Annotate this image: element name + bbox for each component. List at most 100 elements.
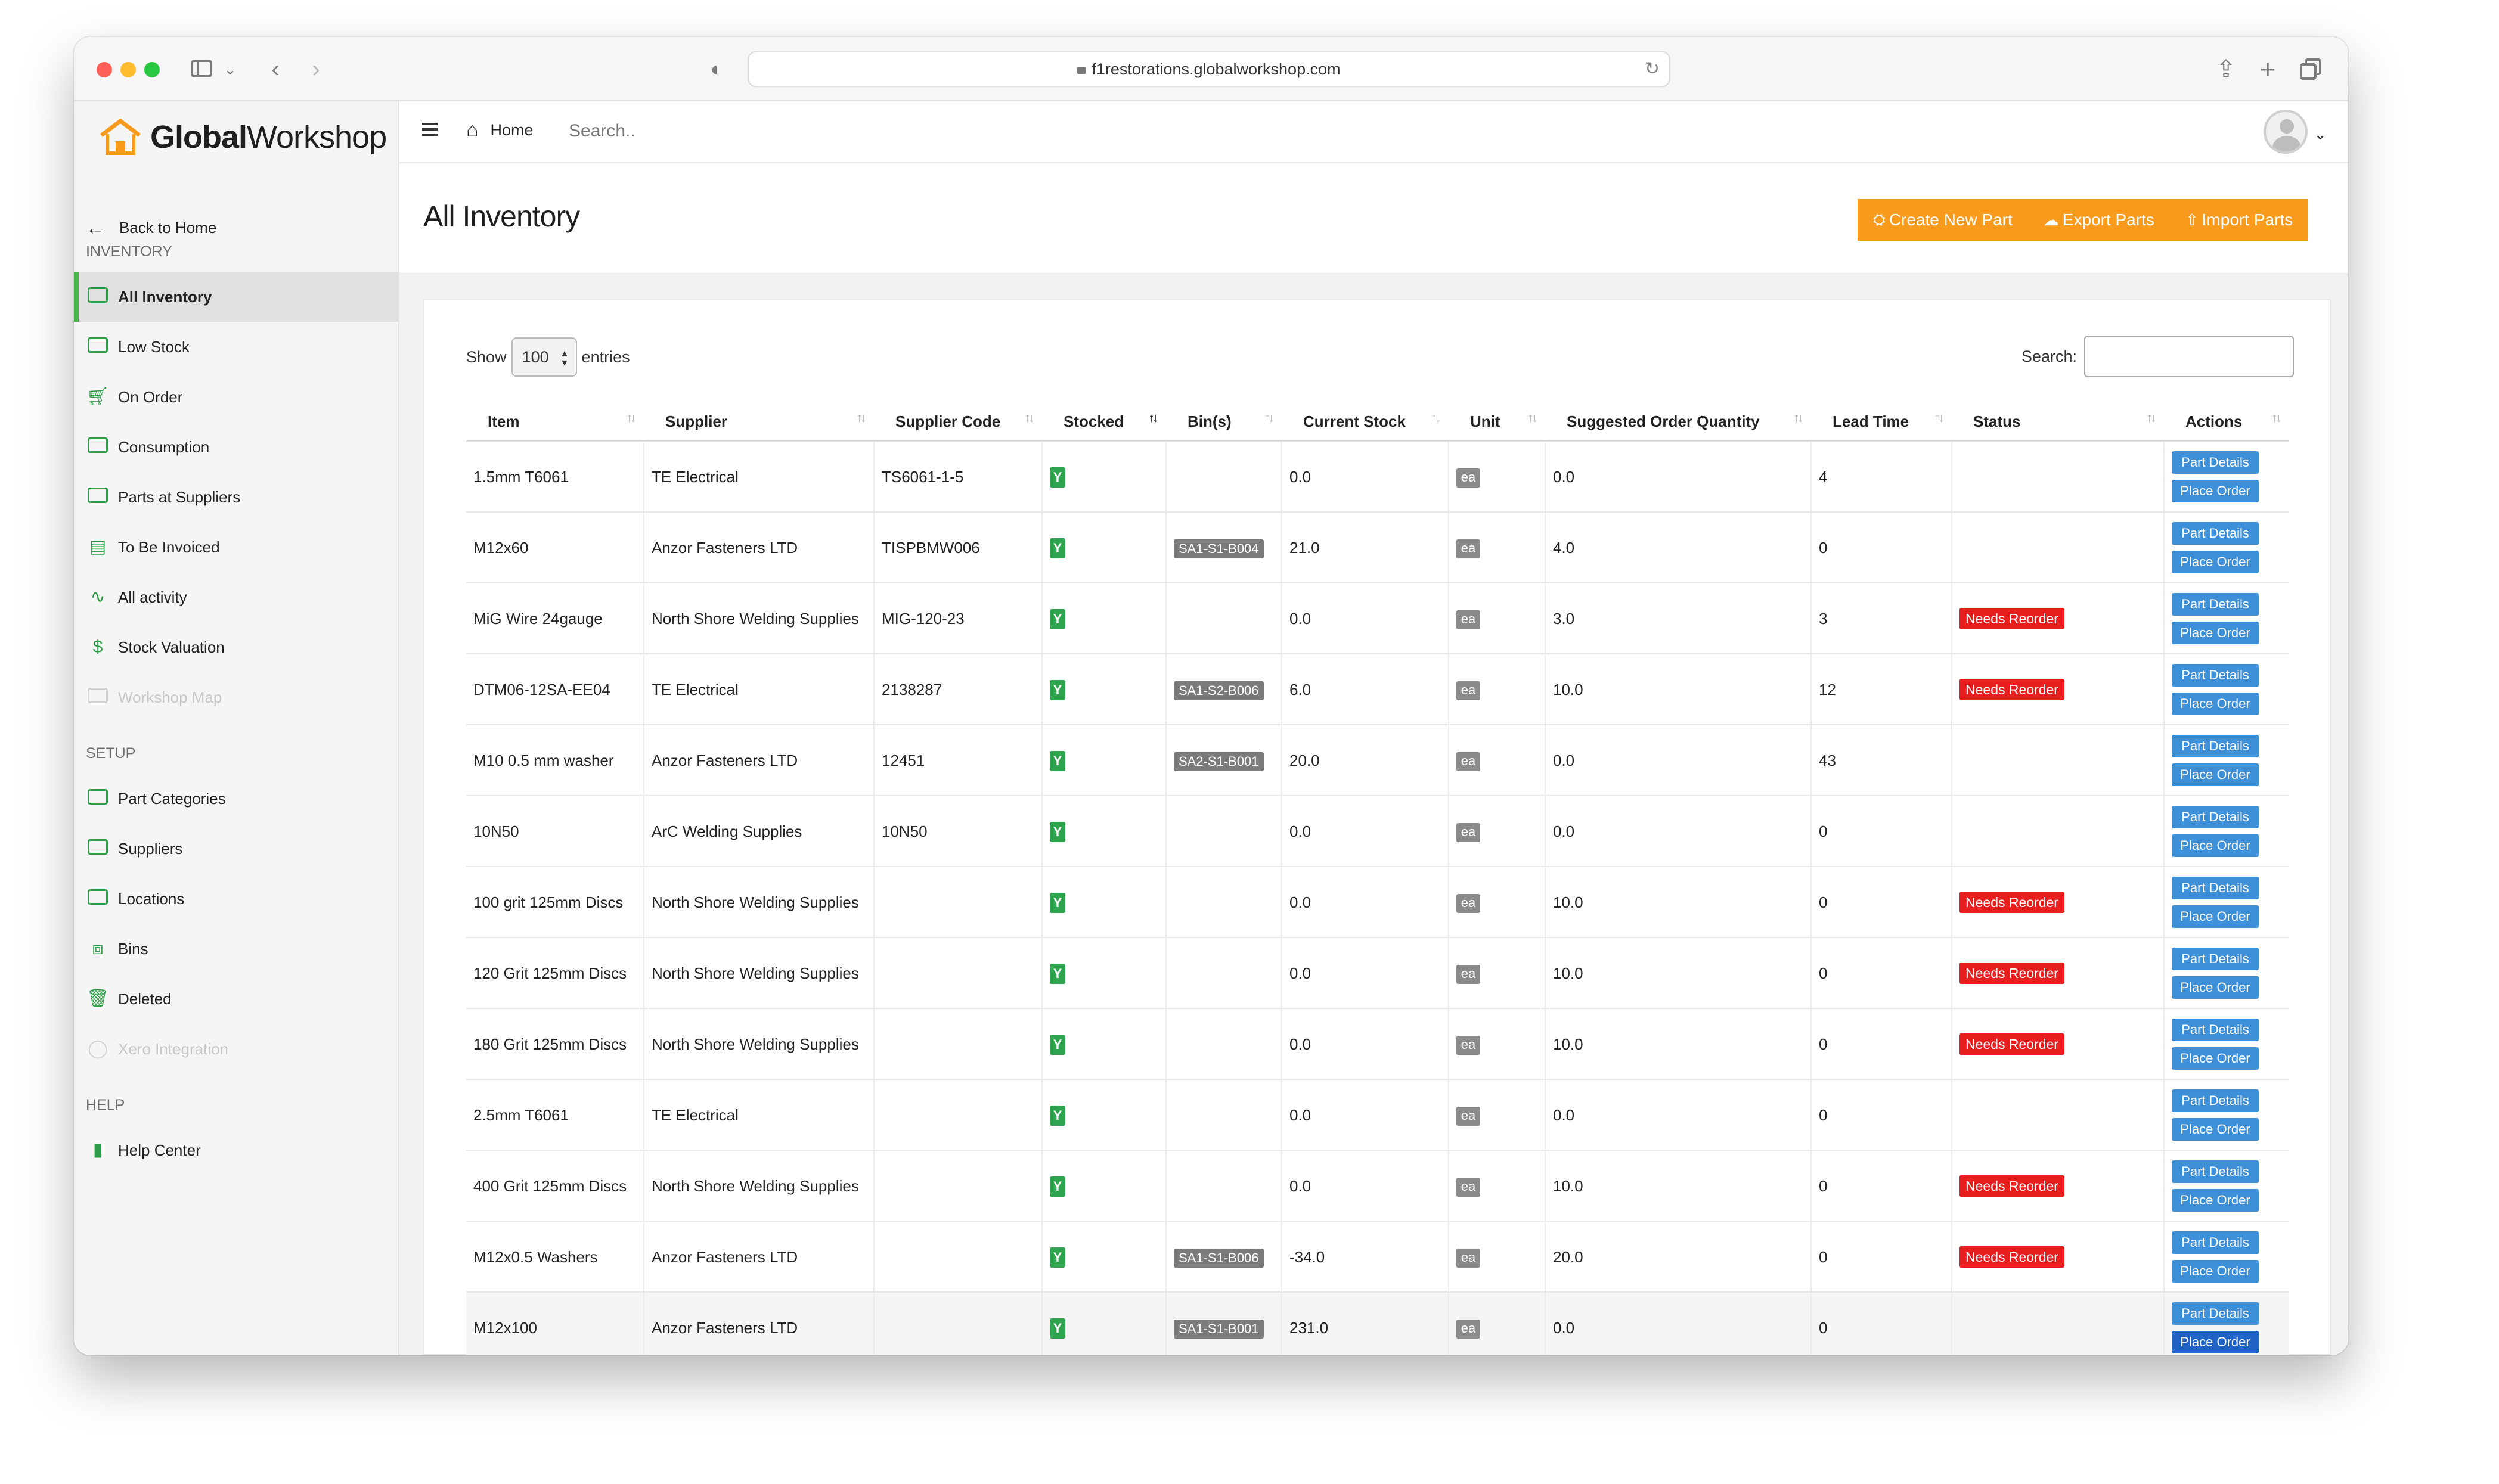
sidebar-item-locations[interactable]: Locations (74, 874, 398, 924)
status-badge: Needs Reorder (1959, 608, 2064, 629)
part-details-button[interactable]: Part Details (2172, 1089, 2259, 1112)
bin-cell: SA1-S2-B006 (1165, 654, 1282, 725)
column-header[interactable]: Bin(s) ↑↓ (1166, 403, 1282, 442)
sort-arrows-icon: ↑↓ (2146, 410, 2157, 425)
hamburger-menu-icon[interactable] (422, 122, 438, 137)
sidebar-item-parts-at-suppliers[interactable]: Parts at Suppliers (74, 472, 398, 522)
place-order-button[interactable]: Place Order (2172, 976, 2259, 999)
place-order-button[interactable]: Place Order (2172, 905, 2259, 928)
column-header[interactable]: Lead Time ↑↓ (1811, 403, 1952, 442)
supplier-name: North Shore Welding Supplies (652, 893, 859, 911)
place-order-button[interactable]: Place Order (2172, 834, 2259, 857)
place-order-button[interactable]: Place Order (2172, 1188, 2259, 1212)
supplier-code-cell (873, 1008, 1042, 1080)
place-order-button[interactable]: Place Order (2172, 1047, 2259, 1070)
unit-badge: ea (1456, 1107, 1480, 1126)
home-link[interactable]: ⌂ Home (466, 117, 534, 143)
sidebar-item-all-activity[interactable]: ∿ All activity (74, 572, 398, 622)
address-bar[interactable]: f1restorations.globalworkshop.com ↻ (748, 51, 1670, 87)
stocked-cell: Y (1041, 937, 1166, 1009)
sort-arrows-icon: ↑↓ (1793, 410, 1804, 425)
part-details-button[interactable]: Part Details (2172, 592, 2259, 616)
warehouse-icon (86, 287, 110, 306)
table-search-input[interactable] (2084, 336, 2294, 377)
column-header[interactable]: Item ↑↓ (466, 403, 644, 442)
sort-arrows-icon: ↑↓ (2271, 410, 2282, 425)
column-header[interactable]: Status ↑↓ (1952, 403, 2164, 442)
unit-badge: ea (1456, 610, 1480, 629)
import-parts-button[interactable]: ⇧ Import Parts (2169, 199, 2309, 241)
global-search-input[interactable] (569, 119, 807, 143)
reload-icon[interactable]: ↻ (1645, 52, 1660, 86)
stocked-badge: Y (1050, 1106, 1065, 1126)
current-stock: 0.0 (1289, 609, 1311, 628)
part-details-button[interactable]: Part Details (2172, 805, 2259, 828)
privacy-shield-icon[interactable]: ◐ (706, 55, 727, 83)
zoom-window-button[interactable] (144, 62, 160, 77)
sidebar-item-part-categories[interactable]: Part Categories (74, 774, 398, 824)
share-icon[interactable]: ⇪ (2214, 55, 2238, 83)
part-details-button[interactable]: Part Details (2172, 876, 2259, 899)
back-arrow-icon[interactable]: ‹ (265, 55, 286, 83)
column-header[interactable]: Supplier ↑↓ (644, 403, 874, 442)
column-header[interactable]: Actions ↑↓ (2164, 403, 2289, 442)
item-name: 180 Grit 125mm Discs (473, 1035, 627, 1053)
unit-cell: ea (1448, 796, 1545, 867)
sidebar-item-to-be-invoiced[interactable]: ▤ To Be Invoiced (74, 522, 398, 572)
part-details-button[interactable]: Part Details (2172, 1018, 2259, 1041)
current-stock: 231.0 (1289, 1318, 1329, 1337)
place-order-button[interactable]: Place Order (2172, 621, 2259, 644)
place-order-button[interactable]: Place Order (2172, 550, 2259, 573)
current-stock: 0.0 (1289, 1035, 1311, 1053)
part-details-button[interactable]: Part Details (2172, 521, 2259, 545)
new-tab-icon[interactable]: + (2256, 55, 2280, 83)
sidebar-item-help-center[interactable]: ▮ Help Center (74, 1125, 398, 1175)
column-header[interactable]: Unit ↑↓ (1449, 403, 1545, 442)
part-details-button[interactable]: Part Details (2172, 1302, 2259, 1325)
part-details-button[interactable]: Part Details (2172, 734, 2259, 757)
place-order-button[interactable]: Place Order (2172, 1330, 2259, 1353)
sort-arrows-icon: ↑↓ (626, 410, 637, 425)
sidebar-item-on-order[interactable]: 🛒︎ On Order (74, 372, 398, 422)
supplier-truck-icon (86, 488, 110, 507)
item-name: M10 0.5 mm washer (473, 751, 614, 769)
chevron-down-icon[interactable]: ⌄ (223, 55, 237, 83)
place-order-button[interactable]: Place Order (2172, 1117, 2259, 1141)
sidebar-item-suppliers[interactable]: Suppliers (74, 824, 398, 874)
part-details-button[interactable]: Part Details (2172, 947, 2259, 970)
sidebar-item-consumption[interactable]: Consumption (74, 422, 398, 472)
export-parts-button[interactable]: ☁ Export Parts (2027, 199, 2170, 241)
place-order-button[interactable]: Place Order (2172, 479, 2259, 502)
column-header[interactable]: Supplier Code ↑↓ (874, 403, 1042, 442)
part-details-button[interactable]: Part Details (2172, 1231, 2259, 1254)
tab-overview-icon[interactable] (2298, 55, 2324, 83)
chevron-down-icon[interactable]: ⌄ (2314, 125, 2327, 144)
sidebar-item-low-stock[interactable]: Low Stock (74, 322, 398, 372)
forward-arrow-icon[interactable]: › (305, 55, 327, 83)
minimize-window-button[interactable] (120, 62, 136, 77)
actions-cell: Part Details Place Order (2163, 796, 2289, 867)
item-cell: 10N50 (466, 796, 644, 867)
logo[interactable]: GlobalWorkshop (98, 113, 387, 161)
column-header[interactable]: Current Stock ↑↓ (1282, 403, 1449, 442)
sidebar-toggle-icon[interactable] (190, 55, 215, 83)
place-order-button[interactable]: Place Order (2172, 692, 2259, 715)
sidebar-item-stock-valuation[interactable]: $ Stock Valuation (74, 622, 398, 672)
suggested-qty-cell: 10.0 (1545, 1008, 1811, 1080)
avatar[interactable] (2264, 110, 2308, 154)
column-header[interactable]: Stocked ↑↓ (1042, 403, 1166, 442)
place-order-button[interactable]: Place Order (2172, 1259, 2259, 1283)
back-to-home-link[interactable]: ← Back to Home (86, 215, 216, 241)
create-new-part-button[interactable]: ⛭ Create New Part (1858, 199, 2028, 241)
sidebar-item-deleted[interactable]: 🗑︎ Deleted (74, 974, 398, 1024)
item-cell: 400 Grit 125mm Discs (466, 1150, 644, 1222)
sidebar-item-bins[interactable]: ⧈ Bins (74, 924, 398, 974)
place-order-button[interactable]: Place Order (2172, 763, 2259, 786)
column-header[interactable]: Suggested Order Quantity ↑↓ (1545, 403, 1811, 442)
part-details-button[interactable]: Part Details (2172, 663, 2259, 687)
close-window-button[interactable] (97, 62, 112, 77)
entries-select[interactable]: 100 ▴ ▾ (511, 337, 577, 377)
part-details-button[interactable]: Part Details (2172, 1160, 2259, 1183)
sidebar-item-all-inventory[interactable]: All Inventory (74, 272, 398, 322)
part-details-button[interactable]: Part Details (2172, 451, 2259, 474)
